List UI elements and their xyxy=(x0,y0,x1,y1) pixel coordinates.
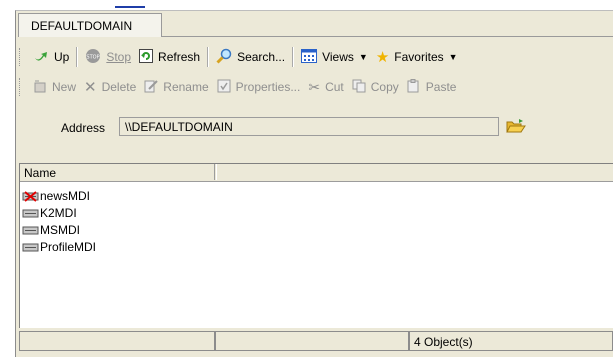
list-item[interactable]: K2MDI xyxy=(22,204,96,221)
list-rows: newsMDI K2MDI MSMDI ProfileMDI xyxy=(22,187,96,255)
list-item[interactable]: MSMDI xyxy=(22,221,96,238)
search-label: Search... xyxy=(237,50,286,64)
favorites-label: Favorites xyxy=(394,50,444,64)
search-button[interactable]: Search... xyxy=(212,46,289,68)
toolbar-separator xyxy=(292,47,295,67)
list-item-label: K2MDI xyxy=(40,205,77,220)
list-item[interactable]: ProfileMDI xyxy=(22,238,96,255)
refresh-label: Refresh xyxy=(158,50,201,64)
stop-icon: STOP xyxy=(85,48,101,67)
views-icon xyxy=(301,48,318,66)
tab-divider xyxy=(162,36,613,37)
svg-text:STOP: STOP xyxy=(87,54,100,60)
up-button[interactable]: Up xyxy=(29,46,73,68)
file-list: Name newsMDI K2MDI MSMDI ProfileMDI xyxy=(19,163,613,328)
scissors-icon: ✂ xyxy=(308,78,321,95)
list-header: Name xyxy=(20,164,613,182)
drive-disconnected-icon xyxy=(22,190,39,202)
rename-icon xyxy=(144,79,158,96)
delete-button[interactable]: ✕ Delete xyxy=(80,76,140,98)
title-underline xyxy=(115,6,145,8)
refresh-button[interactable]: Refresh xyxy=(135,46,204,68)
list-item-label: ProfileMDI xyxy=(40,239,97,254)
status-bar: 4 Object(s) xyxy=(19,331,613,351)
tab-label: DEFAULTDOMAIN xyxy=(31,19,133,33)
copy-label: Copy xyxy=(370,80,399,94)
copy-icon xyxy=(352,79,366,96)
list-item-label: MSMDI xyxy=(40,222,80,237)
list-item-label: newsMDI xyxy=(40,188,91,203)
new-button[interactable]: New xyxy=(29,76,80,98)
delete-icon: ✕ xyxy=(84,79,97,96)
column-header-name[interactable]: Name xyxy=(20,164,215,180)
open-folder-icon[interactable] xyxy=(506,118,526,137)
star-icon: ★ xyxy=(375,49,390,66)
paste-icon xyxy=(407,78,421,96)
toolbar-grip[interactable] xyxy=(19,78,23,96)
list-item[interactable]: newsMDI xyxy=(22,187,96,204)
search-icon xyxy=(216,48,232,67)
column-header-empty xyxy=(216,164,613,180)
views-label: Views xyxy=(322,50,354,64)
address-bar: Address \\DEFAULTDOMAIN xyxy=(16,115,613,141)
drive-icon xyxy=(22,243,39,251)
main-toolbar: Up STOP Stop Refresh Search... Views ▼ ★… xyxy=(19,44,613,70)
stop-button[interactable]: STOP Stop xyxy=(81,46,135,68)
toolbar-separator xyxy=(76,47,79,67)
up-label: Up xyxy=(54,50,70,64)
delete-label: Delete xyxy=(101,80,137,94)
drive-icon xyxy=(22,226,39,234)
edit-toolbar: New ✕ Delete Rename Properties... ✂ Cut xyxy=(19,74,613,100)
status-cell-1 xyxy=(19,331,215,351)
copy-button[interactable]: Copy xyxy=(348,76,403,98)
chevron-down-icon: ▼ xyxy=(448,52,458,62)
up-arrow-icon xyxy=(33,49,49,66)
drive-icon xyxy=(22,209,39,217)
new-item-icon xyxy=(33,79,47,96)
rename-label: Rename xyxy=(163,80,209,94)
toolbar-separator xyxy=(207,47,210,67)
new-label: New xyxy=(52,80,77,94)
status-object-count: 4 Object(s) xyxy=(409,331,613,351)
properties-button[interactable]: Properties... xyxy=(213,76,305,98)
properties-icon xyxy=(217,79,231,96)
toolbar-grip[interactable] xyxy=(19,48,23,66)
address-label: Address xyxy=(61,121,106,135)
rename-button[interactable]: Rename xyxy=(140,76,212,98)
views-button[interactable]: Views ▼ xyxy=(297,46,372,68)
favorites-button[interactable]: ★ Favorites ▼ xyxy=(372,46,462,68)
cut-button[interactable]: ✂ Cut xyxy=(304,76,347,98)
refresh-icon xyxy=(139,48,154,66)
cut-label: Cut xyxy=(325,80,344,94)
stop-label: Stop xyxy=(106,50,132,64)
address-field[interactable]: \\DEFAULTDOMAIN xyxy=(119,117,499,136)
status-cell-2 xyxy=(215,331,409,351)
paste-button[interactable]: Paste xyxy=(403,76,461,98)
paste-label: Paste xyxy=(425,80,457,94)
explorer-window: DEFAULTDOMAIN Up STOP Stop Refresh Searc… xyxy=(15,10,613,357)
tab-defaultdomain[interactable]: DEFAULTDOMAIN xyxy=(18,13,162,37)
chevron-down-icon: ▼ xyxy=(358,52,368,62)
properties-label: Properties... xyxy=(235,80,301,94)
